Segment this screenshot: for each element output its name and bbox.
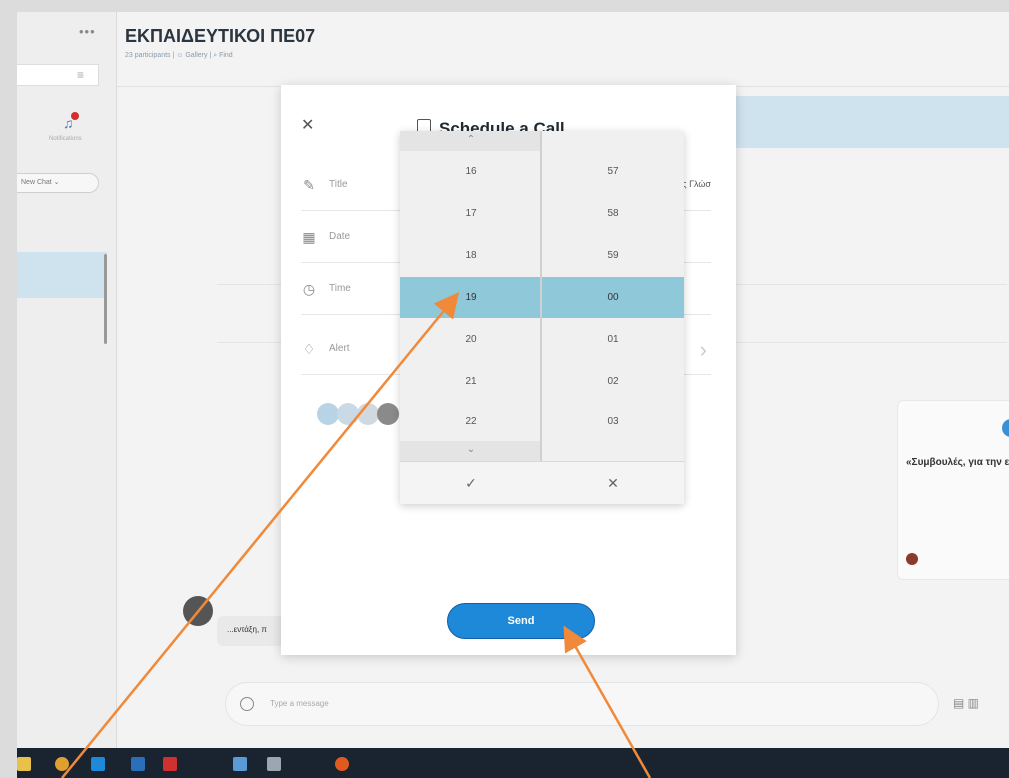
scroll-down-icon[interactable]: ⌄ xyxy=(400,441,540,461)
notification-badge xyxy=(71,112,79,120)
app-icon[interactable] xyxy=(233,757,247,771)
pencil-icon: ✎ xyxy=(303,177,315,193)
emoji-icon[interactable] xyxy=(240,697,254,711)
paint-icon[interactable] xyxy=(267,757,281,771)
minute-option[interactable]: 01 xyxy=(542,319,684,360)
notifications-label: Notifications xyxy=(49,136,82,142)
avatar xyxy=(906,553,918,565)
participant-chip[interactable] xyxy=(317,403,339,425)
file-explorer-icon[interactable] xyxy=(17,757,31,771)
hour-option[interactable]: 17 xyxy=(400,193,540,234)
clock-icon: ◷ xyxy=(302,281,316,297)
list-item[interactable] xyxy=(17,412,107,458)
chevron-right-icon[interactable]: › xyxy=(700,337,707,363)
minute-column[interactable]: 57 58 59 00 01 02 03 xyxy=(542,131,684,461)
chat-subtitle[interactable]: 23 participants | ☺ Gallery | ⌕ Find xyxy=(125,52,233,60)
avatar xyxy=(183,596,213,626)
list-item[interactable] xyxy=(17,462,107,508)
shared-card[interactable]: «Συμβουλές, για την εξ απ xyxy=(897,400,1009,580)
send-button[interactable]: Send xyxy=(447,603,595,639)
participant-chip[interactable] xyxy=(337,403,359,425)
chrome-icon[interactable] xyxy=(55,757,69,771)
minute-option[interactable]: 57 xyxy=(542,151,684,192)
cancel-icon[interactable]: ✕ xyxy=(542,462,684,505)
hour-column[interactable]: ⌃ 16 17 18 19 20 21 22 ⌄ xyxy=(400,131,542,461)
list-item[interactable] xyxy=(17,252,107,298)
list-item[interactable] xyxy=(17,624,107,670)
list-item[interactable] xyxy=(17,572,107,618)
time-label: Time xyxy=(329,283,351,294)
search-input[interactable] xyxy=(17,64,99,86)
more-options-icon[interactable]: ••• xyxy=(79,24,96,39)
time-picker: ⌃ 16 17 18 19 20 21 22 ⌄ 57 58 59 00 01 … xyxy=(400,131,684,504)
confirm-icon[interactable]: ✓ xyxy=(400,462,542,505)
date-label: Date xyxy=(329,231,351,242)
sidebar: ••• ≡ ♫ Notifications New Chat ⌄ xyxy=(17,12,117,748)
minute-option[interactable]: 58 xyxy=(542,193,684,234)
card-title: «Συμβουλές, για την εξ απ xyxy=(906,457,1009,468)
scroll-up-icon[interactable]: ⌃ xyxy=(400,131,540,151)
participant-chip[interactable] xyxy=(377,403,399,425)
skype-icon[interactable] xyxy=(91,757,105,771)
minute-option[interactable]: 03 xyxy=(542,401,684,442)
minute-option-selected[interactable]: 00 xyxy=(542,277,684,318)
list-item[interactable] xyxy=(17,512,107,558)
outlook-icon[interactable] xyxy=(131,757,145,771)
bell-icon: ♢ xyxy=(302,341,316,357)
pdf-reader-icon[interactable] xyxy=(163,757,177,771)
title-label: Title xyxy=(329,179,348,190)
minute-option[interactable]: 59 xyxy=(542,235,684,276)
close-icon[interactable]: ✕ xyxy=(301,115,314,135)
hour-option[interactable]: 21 xyxy=(400,361,540,402)
filter-icon[interactable]: ≡ xyxy=(77,68,84,82)
title-value[interactable]: ς Γλώσ xyxy=(682,179,711,189)
list-item[interactable] xyxy=(17,302,107,348)
chat-title: ΕΚΠΑΙΔΕΥΤΙΚΟΙ ΠΕ07 xyxy=(125,26,316,46)
hour-option-selected[interactable]: 19 xyxy=(400,277,540,318)
hour-option[interactable]: 16 xyxy=(400,151,540,192)
app-logo-icon xyxy=(1002,419,1009,437)
alert-label: Alert xyxy=(329,343,350,354)
hour-option[interactable]: 18 xyxy=(400,235,540,276)
message-composer[interactable]: Type a message xyxy=(225,682,939,726)
hour-option[interactable]: 20 xyxy=(400,319,540,360)
calendar-icon: ▦ xyxy=(302,229,316,245)
app-icon[interactable] xyxy=(335,757,349,771)
sidebar-scrollbar[interactable] xyxy=(104,254,107,344)
picker-actions: ✓ ✕ xyxy=(400,461,684,504)
attach-icon[interactable]: ▤ ▥ xyxy=(953,696,979,710)
taskbar xyxy=(17,748,1009,778)
new-chat-button[interactable]: New Chat ⌄ xyxy=(17,173,99,193)
hour-option[interactable]: 22 xyxy=(400,401,540,442)
participant-chip[interactable] xyxy=(357,403,379,425)
list-item[interactable] xyxy=(17,360,107,406)
message-input-placeholder[interactable]: Type a message xyxy=(270,699,329,708)
minute-option[interactable]: 02 xyxy=(542,361,684,402)
